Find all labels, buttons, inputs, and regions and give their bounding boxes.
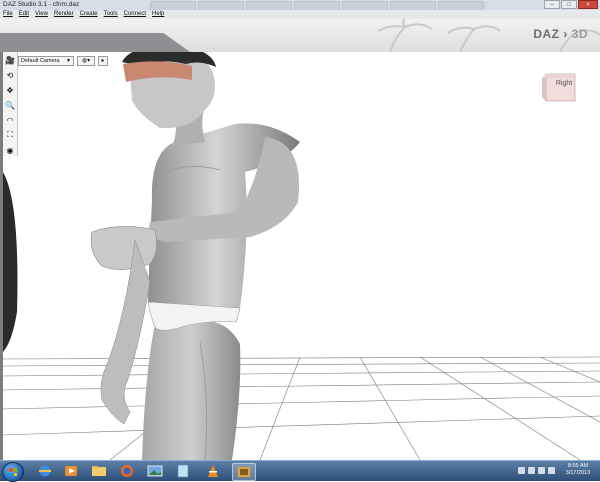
firefox-icon[interactable] [116, 463, 138, 479]
background-taskbar-ghost [150, 1, 484, 11]
clock-date: 3/17/2013 [565, 470, 591, 476]
daz-studio-icon[interactable] [232, 463, 256, 481]
menu-render[interactable]: Render [54, 11, 74, 17]
palm-decoration [377, 19, 600, 52]
close-button[interactable]: × [578, 0, 598, 9]
windows-logo-icon [9, 468, 17, 476]
scene-render [0, 52, 600, 460]
explorer-icon[interactable] [88, 463, 110, 479]
network-icon[interactable] [528, 466, 535, 474]
draw-style-button[interactable]: ◍▾ [77, 55, 95, 66]
window-title: DAZ Studio 3.1 - cfnm.daz [3, 1, 80, 8]
frame-tool-icon[interactable]: ⛶ [4, 129, 16, 141]
viewport-menu-button[interactable]: ▸ [98, 55, 108, 66]
viewport-tools: 🎥 ⟲ ✥ 🔍 ◠ ⛶ ◉ [3, 52, 18, 156]
header-banner: DAZ › 3D [0, 19, 600, 52]
photo-icon[interactable] [144, 463, 166, 479]
maximize-button[interactable]: □ [561, 0, 577, 9]
menu-help[interactable]: Help [152, 11, 164, 17]
start-button[interactable] [2, 462, 24, 482]
menu-connect[interactable]: Connect [124, 11, 146, 17]
camera-select-value: Default Camera [21, 57, 60, 64]
menu-view[interactable]: View [35, 11, 48, 17]
menu-create[interactable]: Create [80, 11, 98, 17]
system-tray: 8:55 AM 3/17/2013 [518, 463, 598, 477]
zoom-tool-icon[interactable]: 🔍 [4, 99, 16, 111]
arrow-up-icon[interactable] [518, 466, 525, 474]
notepad-icon[interactable] [172, 463, 194, 479]
rotate-tool-icon[interactable]: ⟲ [4, 69, 16, 81]
aim-tool-icon[interactable]: ◉ [4, 144, 16, 156]
3d-viewport[interactable]: 🎥 ⟲ ✥ 🔍 ◠ ⛶ ◉ Default Camera ▼ ◍▾ ▸ Righ… [0, 52, 600, 460]
camera-select[interactable]: Default Camera ▼ [18, 55, 74, 66]
windows-taskbar: 8:55 AM 3/17/2013 [0, 460, 600, 482]
play-arrow-icon: ▸ [101, 57, 105, 64]
ie-icon[interactable] [34, 463, 56, 479]
chevron-down-icon: ▼ [66, 57, 71, 64]
viewport-controls: Default Camera ▼ ◍▾ ▸ [18, 55, 108, 66]
male-figure [90, 52, 300, 460]
menu-file[interactable]: File [3, 11, 13, 17]
orbit-tool-icon[interactable]: ◠ [4, 114, 16, 126]
camera-tool-icon[interactable]: 🎥 [4, 54, 16, 66]
media-player-icon[interactable] [60, 463, 82, 479]
vlc-icon[interactable] [202, 463, 224, 479]
menu-bar: File Edit View Render Create Tools Conne… [0, 10, 600, 19]
daz-3d-logo: DAZ › 3D [533, 27, 588, 41]
flag-icon[interactable] [548, 466, 555, 474]
orientation-cube-label: Right [555, 80, 573, 87]
translate-tool-icon[interactable]: ✥ [4, 84, 16, 96]
clock[interactable]: 8:55 AM 3/17/2013 [558, 463, 598, 477]
floor-grid [0, 356, 600, 460]
partial-figure-left [3, 172, 18, 352]
minimize-button[interactable]: – [544, 0, 560, 9]
menu-tools[interactable]: Tools [104, 11, 118, 17]
volume-icon[interactable] [538, 466, 545, 474]
sphere-shading-icon: ◍▾ [81, 57, 91, 64]
menu-edit[interactable]: Edit [19, 11, 29, 17]
clock-time: 8:55 AM [567, 463, 589, 469]
